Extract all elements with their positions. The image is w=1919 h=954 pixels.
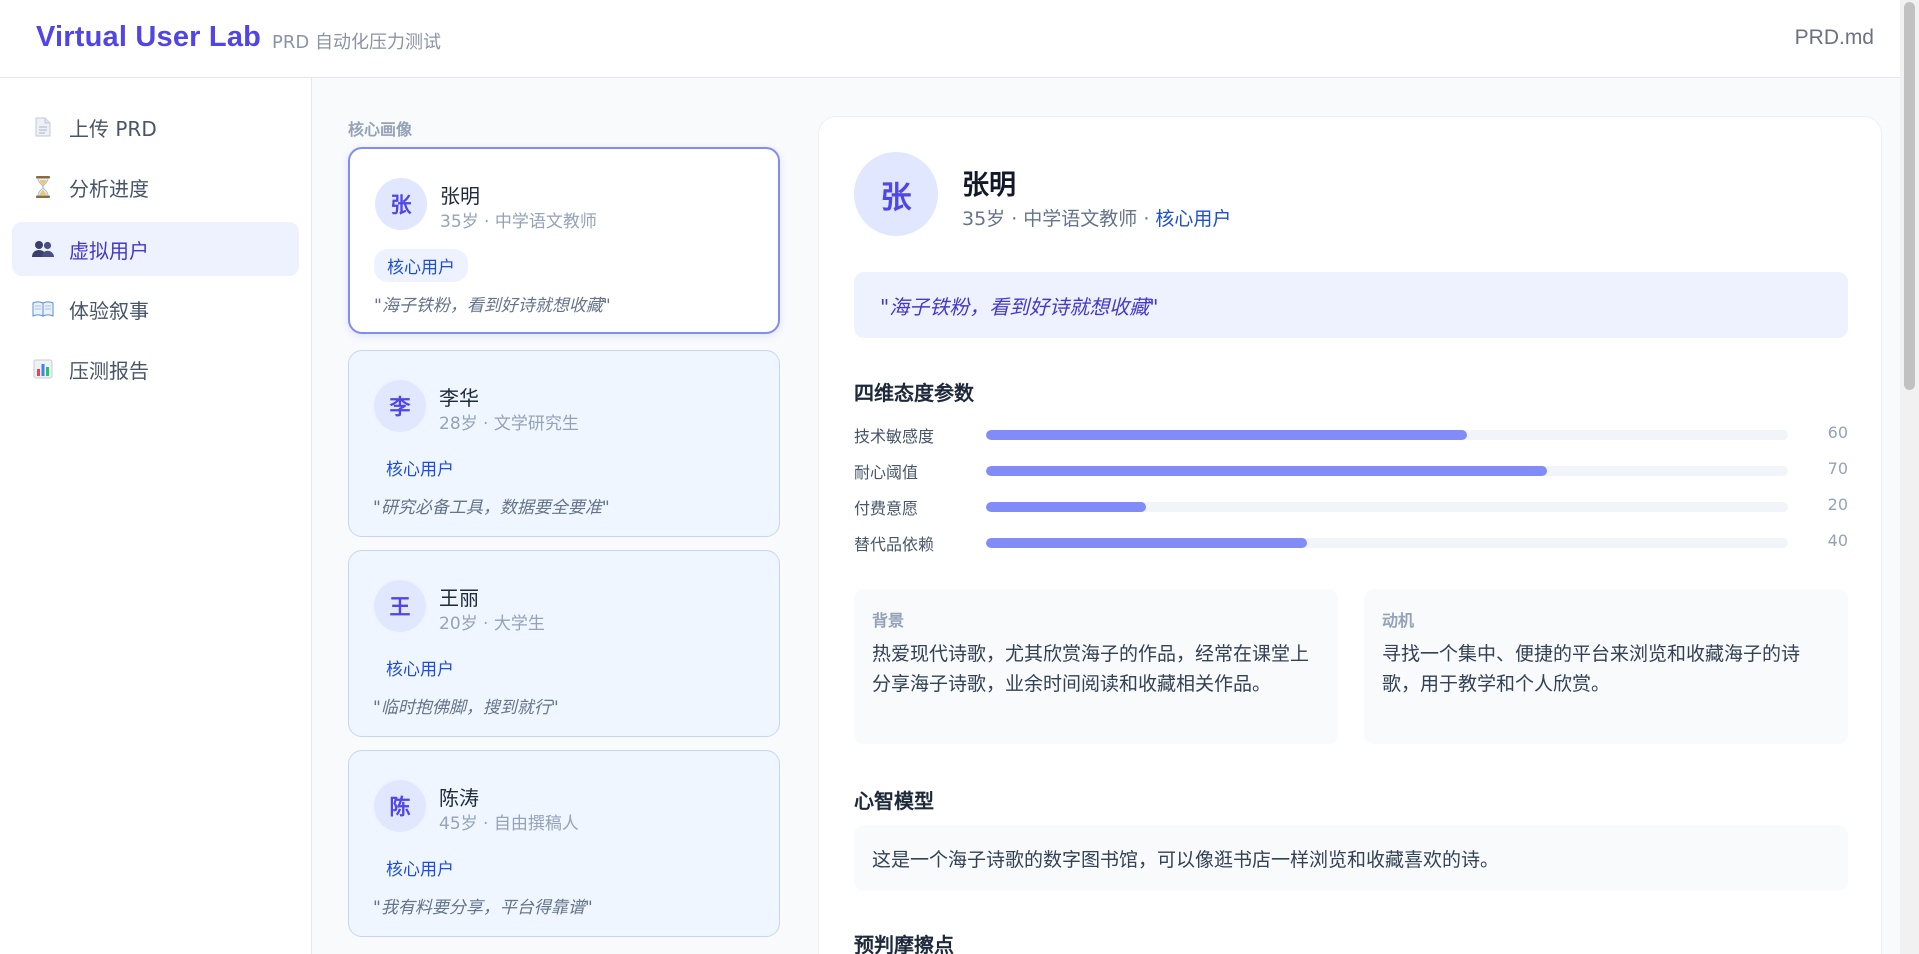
persona-list-title: 核心画像	[348, 120, 413, 139]
metric-label: 付费意愿	[854, 499, 919, 518]
persona-quote: "海子铁粉，看到好诗就想收藏"	[854, 272, 1848, 338]
hourglass-icon	[32, 176, 54, 198]
metric-bar-track	[986, 502, 1788, 512]
sidebar: 上传 PRD 分析进度 虚拟用户 体验叙事 压测报告	[0, 78, 312, 954]
users-icon	[32, 238, 54, 260]
motivation-title: 动机	[1382, 611, 1415, 630]
metric-bar-fill	[986, 502, 1147, 512]
avatar: 陈	[374, 780, 426, 832]
sidebar-item-analysis-progress[interactable]: 分析进度	[12, 160, 299, 214]
app-brand[interactable]: Virtual User Lab	[36, 21, 261, 54]
persona-meta: 35岁 · 中学语文教师	[440, 212, 597, 232]
metric-row: 技术敏感度 60	[854, 423, 1848, 446]
persona-tag: 核心用户	[386, 660, 454, 680]
persona-quote: "研究必备工具，数据要全要准"	[373, 498, 610, 518]
persona-card[interactable]: 张 张明 35岁 · 中学语文教师 核心用户 "海子铁粉，看到好诗就想收藏"	[348, 147, 780, 334]
motivation-text: 寻找一个集中、便捷的平台来浏览和收藏海子的诗歌，用于教学和个人欣赏。	[1382, 643, 1801, 695]
metric-row: 替代品依赖 40	[854, 531, 1848, 554]
sidebar-item-label: 虚拟用户	[69, 238, 149, 263]
metric-bar-fill	[986, 466, 1548, 476]
background-title: 背景	[872, 611, 905, 630]
persona-quote: "我有料要分享，平台得靠谱"	[373, 898, 593, 918]
sidebar-item-upload-prd[interactable]: 上传 PRD	[12, 100, 299, 154]
persona-name: 张明	[962, 170, 1016, 201]
mental-model-text: 这是一个海子诗歌的数字图书馆，可以像逛书店一样浏览和收藏喜欢的诗。	[854, 825, 1848, 891]
bar-chart-icon	[32, 358, 54, 380]
avatar: 张	[854, 152, 938, 236]
avatar: 李	[374, 380, 426, 432]
persona-tag: 核心用户	[1155, 208, 1232, 230]
persona-name: 王丽	[439, 586, 479, 610]
persona-name: 陈涛	[439, 786, 479, 810]
background-text: 热爱现代诗歌，尤其欣赏海子的作品，经常在课堂上分享海子诗歌，业余时间阅读和收藏相…	[872, 643, 1310, 695]
persona-card[interactable]: 李 李华 28岁 · 文学研究生 核心用户 "研究必备工具，数据要全要准"	[348, 350, 780, 537]
persona-meta: 45岁 · 自由撰稿人	[439, 814, 579, 834]
metric-label: 替代品依赖	[854, 535, 935, 554]
persona-detail-panel: 张 张明 35岁 · 中学语文教师 · 核心用户 "海子铁粉，看到好诗就想收藏"…	[818, 116, 1882, 954]
sidebar-item-stress-report[interactable]: 压测报告	[12, 342, 299, 396]
persona-meta: 20岁 · 大学生	[439, 614, 545, 634]
metric-value: 70	[1827, 459, 1848, 478]
persona-quote: "临时抱佛脚，搜到就行"	[373, 698, 559, 718]
metric-bar-track	[986, 430, 1788, 440]
sidebar-item-label: 分析进度	[69, 176, 149, 201]
avatar: 张	[375, 178, 427, 230]
persona-quote: "海子铁粉，看到好诗就想收藏"	[374, 296, 611, 316]
avatar: 王	[374, 580, 426, 632]
motivation-box: 动机 寻找一个集中、便捷的平台来浏览和收藏海子的诗歌，用于教学和个人欣赏。	[1364, 589, 1848, 744]
document-icon	[32, 116, 54, 138]
metric-value: 20	[1827, 495, 1848, 514]
top-header: Virtual User Lab PRD 自动化压力测试 PRD.md	[0, 0, 1900, 78]
mental-model-title: 心智模型	[854, 789, 934, 813]
persona-tag: 核心用户	[374, 249, 468, 282]
persona-name: 张明	[440, 184, 480, 208]
metric-row: 付费意愿 20	[854, 495, 1848, 518]
friction-points-title: 预判摩擦点	[854, 933, 954, 954]
sidebar-item-label: 上传 PRD	[69, 116, 157, 141]
sidebar-item-virtual-users[interactable]: 虚拟用户	[12, 222, 299, 276]
persona-meta: 28岁 · 文学研究生	[439, 414, 579, 434]
metric-label: 技术敏感度	[854, 427, 935, 446]
metric-bar-track	[986, 538, 1788, 548]
scrollbar-thumb[interactable]	[1904, 2, 1915, 390]
metric-value: 40	[1827, 531, 1848, 550]
page-scrollbar[interactable]	[1900, 0, 1919, 954]
background-box: 背景 热爱现代诗歌，尤其欣赏海子的作品，经常在课堂上分享海子诗歌，业余时间阅读和…	[854, 589, 1338, 744]
metrics-title: 四维态度参数	[854, 381, 974, 405]
app-subtitle: PRD 自动化压力测试	[272, 32, 441, 53]
persona-name: 李华	[439, 386, 479, 410]
metric-value: 60	[1827, 423, 1848, 442]
book-icon	[32, 298, 54, 320]
metric-row: 耐心阈值 70	[854, 459, 1848, 482]
persona-card[interactable]: 陈 陈涛 45岁 · 自由撰稿人 核心用户 "我有料要分享，平台得靠谱"	[348, 750, 780, 937]
current-file-name[interactable]: PRD.md	[1795, 26, 1874, 50]
metric-bar-fill	[986, 538, 1307, 548]
persona-tag: 核心用户	[386, 860, 454, 880]
persona-card[interactable]: 王 王丽 20岁 · 大学生 核心用户 "临时抱佛脚，搜到就行"	[348, 550, 780, 737]
sidebar-item-experience-narrative[interactable]: 体验叙事	[12, 282, 299, 336]
sidebar-item-label: 体验叙事	[69, 298, 149, 323]
sidebar-item-label: 压测报告	[69, 358, 149, 383]
persona-tag: 核心用户	[386, 460, 454, 480]
persona-meta-text: 35岁 · 中学语文教师 ·	[962, 208, 1156, 230]
metric-bar-fill	[986, 430, 1468, 440]
metric-bar-track	[986, 466, 1788, 476]
metric-label: 耐心阈值	[854, 463, 919, 482]
persona-meta: 35岁 · 中学语文教师 · 核心用户	[962, 204, 1231, 231]
